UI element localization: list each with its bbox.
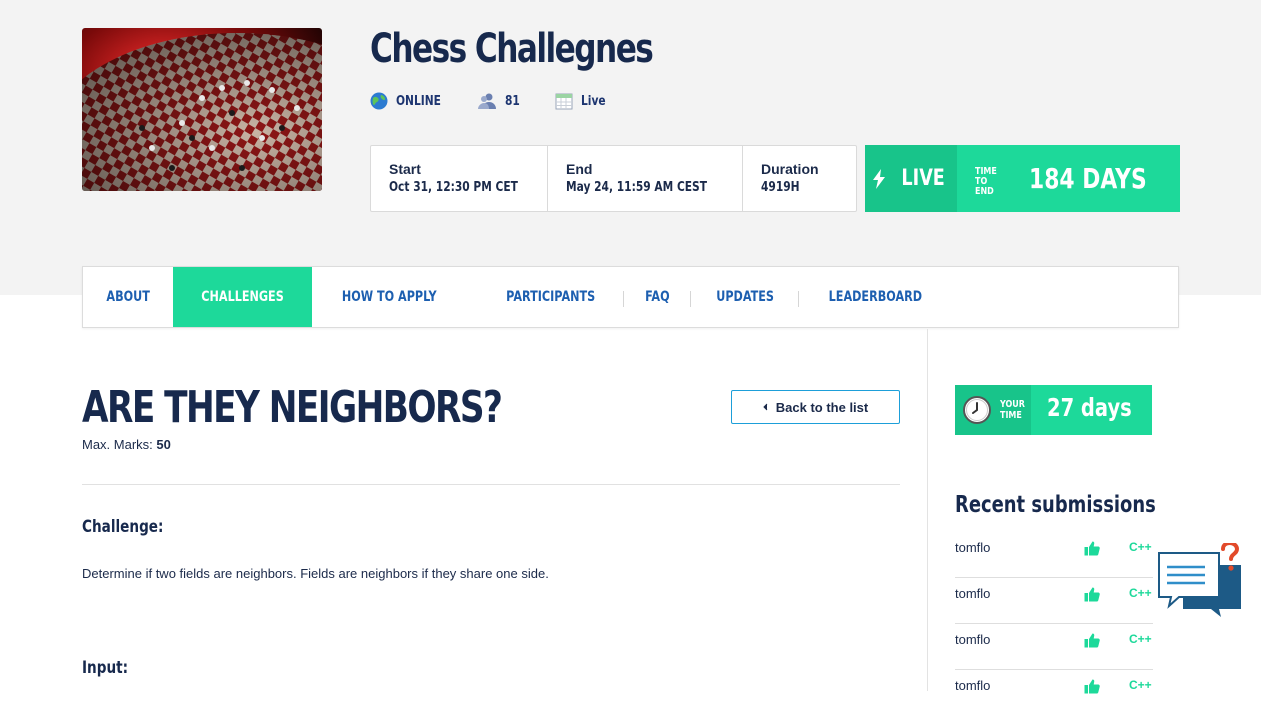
end-label: End <box>566 161 593 177</box>
tab-challenges-label: CHALLENGES <box>201 289 285 305</box>
event-participants-count: 81 <box>477 92 523 110</box>
tab-challenges[interactable]: CHALLENGES <box>173 267 313 327</box>
tab-about[interactable]: ABOUT <box>83 267 173 327</box>
tab-participants[interactable]: PARTICIPANTS <box>477 267 625 327</box>
bolt-icon <box>872 168 885 189</box>
schedule-end: End May 24, 11:59 AM CEST <box>548 146 743 211</box>
start-value: Oct 31, 12:30 PM CET <box>389 180 518 195</box>
tab-faq-label: FAQ <box>645 289 670 305</box>
users-icon <box>478 93 496 109</box>
start-label: Start <box>389 161 421 177</box>
tab-about-label: ABOUT <box>106 289 150 305</box>
thumbs-up-icon <box>1084 633 1100 648</box>
thumbs-up-icon <box>1084 587 1100 602</box>
calendar-icon <box>555 93 573 110</box>
schedule-start: Start Oct 31, 12:30 PM CET <box>371 146 548 211</box>
sidebar-divider <box>927 329 928 691</box>
schedule-box: Start Oct 31, 12:30 PM CET End May 24, 1… <box>370 145 857 212</box>
back-to-list-button[interactable]: Back to the list <box>731 390 900 424</box>
event-cover-image <box>82 28 322 191</box>
submission-user: tomflo <box>955 632 991 647</box>
event-title: Chess Challegnes <box>370 26 654 72</box>
submission-user: tomflo <box>955 586 991 601</box>
time-to-end-label: TIME TO END <box>975 167 1007 212</box>
event-header: Chess Challegnes ONLINE 81 Live Start Oc… <box>0 0 1261 295</box>
event-mode: ONLINE <box>370 92 451 110</box>
list-item[interactable]: tomflo C++ <box>955 624 1153 670</box>
help-chat-button[interactable] <box>1157 540 1245 624</box>
tab-how-to-apply[interactable]: HOW TO APPLY <box>312 267 477 327</box>
max-marks-label: Max. Marks: <box>82 437 153 452</box>
max-marks-value: 50 <box>156 437 171 452</box>
tab-leaderboard[interactable]: LEADERBOARD <box>799 267 952 327</box>
max-marks: Max. Marks: 50 <box>82 437 171 452</box>
tab-how-to-apply-label: HOW TO APPLY <box>342 289 438 305</box>
back-to-list-label: Back to the list <box>775 399 869 415</box>
challenge-title: ARE THEY NEIGHBORS? <box>82 382 503 433</box>
duration-label: Duration <box>761 161 819 177</box>
thumbs-up-icon <box>1084 679 1100 694</box>
chevron-left-icon <box>763 403 768 411</box>
thumbs-up-icon <box>1084 541 1100 556</box>
your-time-label-block: YOUR TIME <box>955 385 1032 435</box>
schedule-duration: Duration 4919H <box>743 146 855 211</box>
submission-language: C++ <box>1129 540 1152 554</box>
your-time-line1: YOUR <box>1000 399 1025 410</box>
event-status: Live <box>555 92 611 110</box>
help-chat-icon <box>1158 540 1241 617</box>
your-time-value: 27 days <box>1047 393 1132 422</box>
live-label: LIVE <box>901 166 945 191</box>
challenge-tabs: ABOUT CHALLENGES HOW TO APPLY PARTICIPAN… <box>82 266 1179 328</box>
tab-faq[interactable]: FAQ <box>624 267 691 327</box>
tab-leaderboard-label: LEADERBOARD <box>828 289 923 305</box>
tab-updates-label: UPDATES <box>716 289 774 305</box>
submission-language: C++ <box>1129 632 1152 646</box>
your-time-badge: YOUR TIME 27 days <box>955 385 1152 435</box>
time-to-end-value: 184 DAYS <box>1029 162 1147 195</box>
list-item[interactable]: tomflo C++ <box>955 578 1153 624</box>
challenge-description: Determine if two fields are neighbors. F… <box>82 566 549 581</box>
section-challenge-heading: Challenge: <box>82 517 164 537</box>
tab-participants-label: PARTICIPANTS <box>506 289 596 305</box>
list-item[interactable]: tomflo C++ <box>955 532 1153 578</box>
recent-submissions-title: Recent submissions <box>955 492 1156 518</box>
participants-count-label: 81 <box>505 93 520 109</box>
live-indicator: LIVE <box>865 145 958 212</box>
list-item[interactable]: tomflo C++ <box>955 670 1153 716</box>
end-value: May 24, 11:59 AM CEST <box>566 180 708 195</box>
clock-icon <box>963 396 991 424</box>
your-time-label: YOUR TIME <box>1000 399 1025 421</box>
submission-language: C++ <box>1129 678 1152 692</box>
globe-icon <box>370 92 388 110</box>
duration-value: 4919H <box>761 180 800 195</box>
time-to-end-line2: TO END <box>975 176 995 197</box>
tab-updates[interactable]: UPDATES <box>691 267 800 327</box>
event-mode-label: ONLINE <box>396 93 441 109</box>
content-divider <box>82 484 900 485</box>
live-countdown-banner: LIVE TIME TO END 184 DAYS <box>865 145 1180 212</box>
your-time-line2: TIME <box>1000 410 1022 421</box>
submission-user: tomflo <box>955 540 991 555</box>
event-status-label: Live <box>581 93 606 109</box>
section-input-heading: Input: <box>82 658 129 678</box>
submission-language: C++ <box>1129 586 1152 600</box>
